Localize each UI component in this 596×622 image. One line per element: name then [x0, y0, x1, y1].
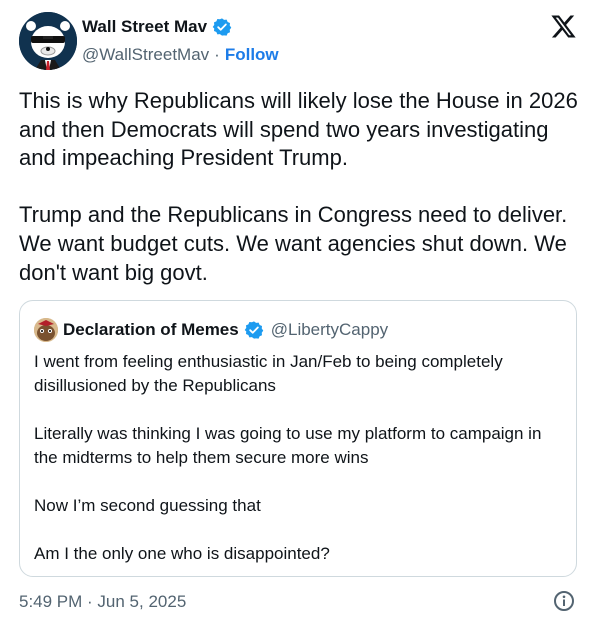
quoted-tweet-text: I went from feeling enthusiastic in Jan/… — [34, 350, 564, 566]
quoted-author-avatar — [34, 318, 58, 342]
verified-badge-icon — [212, 17, 232, 37]
quoted-paragraph: I went from feeling enthusiastic in Jan/… — [34, 352, 503, 395]
quoted-paragraph: Literally was thinking I was going to us… — [34, 424, 542, 467]
author-handle-row: @WallStreetMav · Follow — [82, 45, 279, 65]
author-name-row: Wall Street Mav — [82, 17, 232, 37]
quoted-paragraph: Now I’m second guessing that — [34, 496, 261, 515]
quoted-tweet-header: Declaration of Memes @LibertyCappy — [34, 318, 388, 342]
avatar-image — [19, 12, 77, 70]
quoted-paragraph: Am I the only one who is disappointed? — [34, 544, 330, 563]
verified-badge-icon — [244, 320, 264, 340]
quoted-author-name: Declaration of Memes — [63, 320, 239, 339]
tweet-paragraph: Trump and the Republicans in Congress ne… — [19, 202, 568, 285]
x-logo-icon[interactable] — [550, 13, 577, 40]
tweet-text: This is why Republicans will likely lose… — [19, 87, 579, 287]
author-avatar[interactable] — [19, 12, 77, 70]
info-icon[interactable] — [553, 590, 575, 612]
tweet-timestamp[interactable]: 5:49 PM · Jun 5, 2025 — [19, 592, 186, 612]
follow-button[interactable]: Follow — [225, 45, 279, 65]
quoted-author-handle: @LibertyCappy — [270, 320, 389, 339]
tweet-paragraph: This is why Republicans will likely lose… — [19, 88, 578, 171]
author-name[interactable]: Wall Street Mav — [82, 17, 207, 37]
quoted-tweet[interactable]: Declaration of Memes @LibertyCappy I wen… — [19, 300, 577, 577]
author-handle[interactable]: @WallStreetMav — [82, 45, 209, 65]
separator-dot: · — [214, 45, 220, 64]
